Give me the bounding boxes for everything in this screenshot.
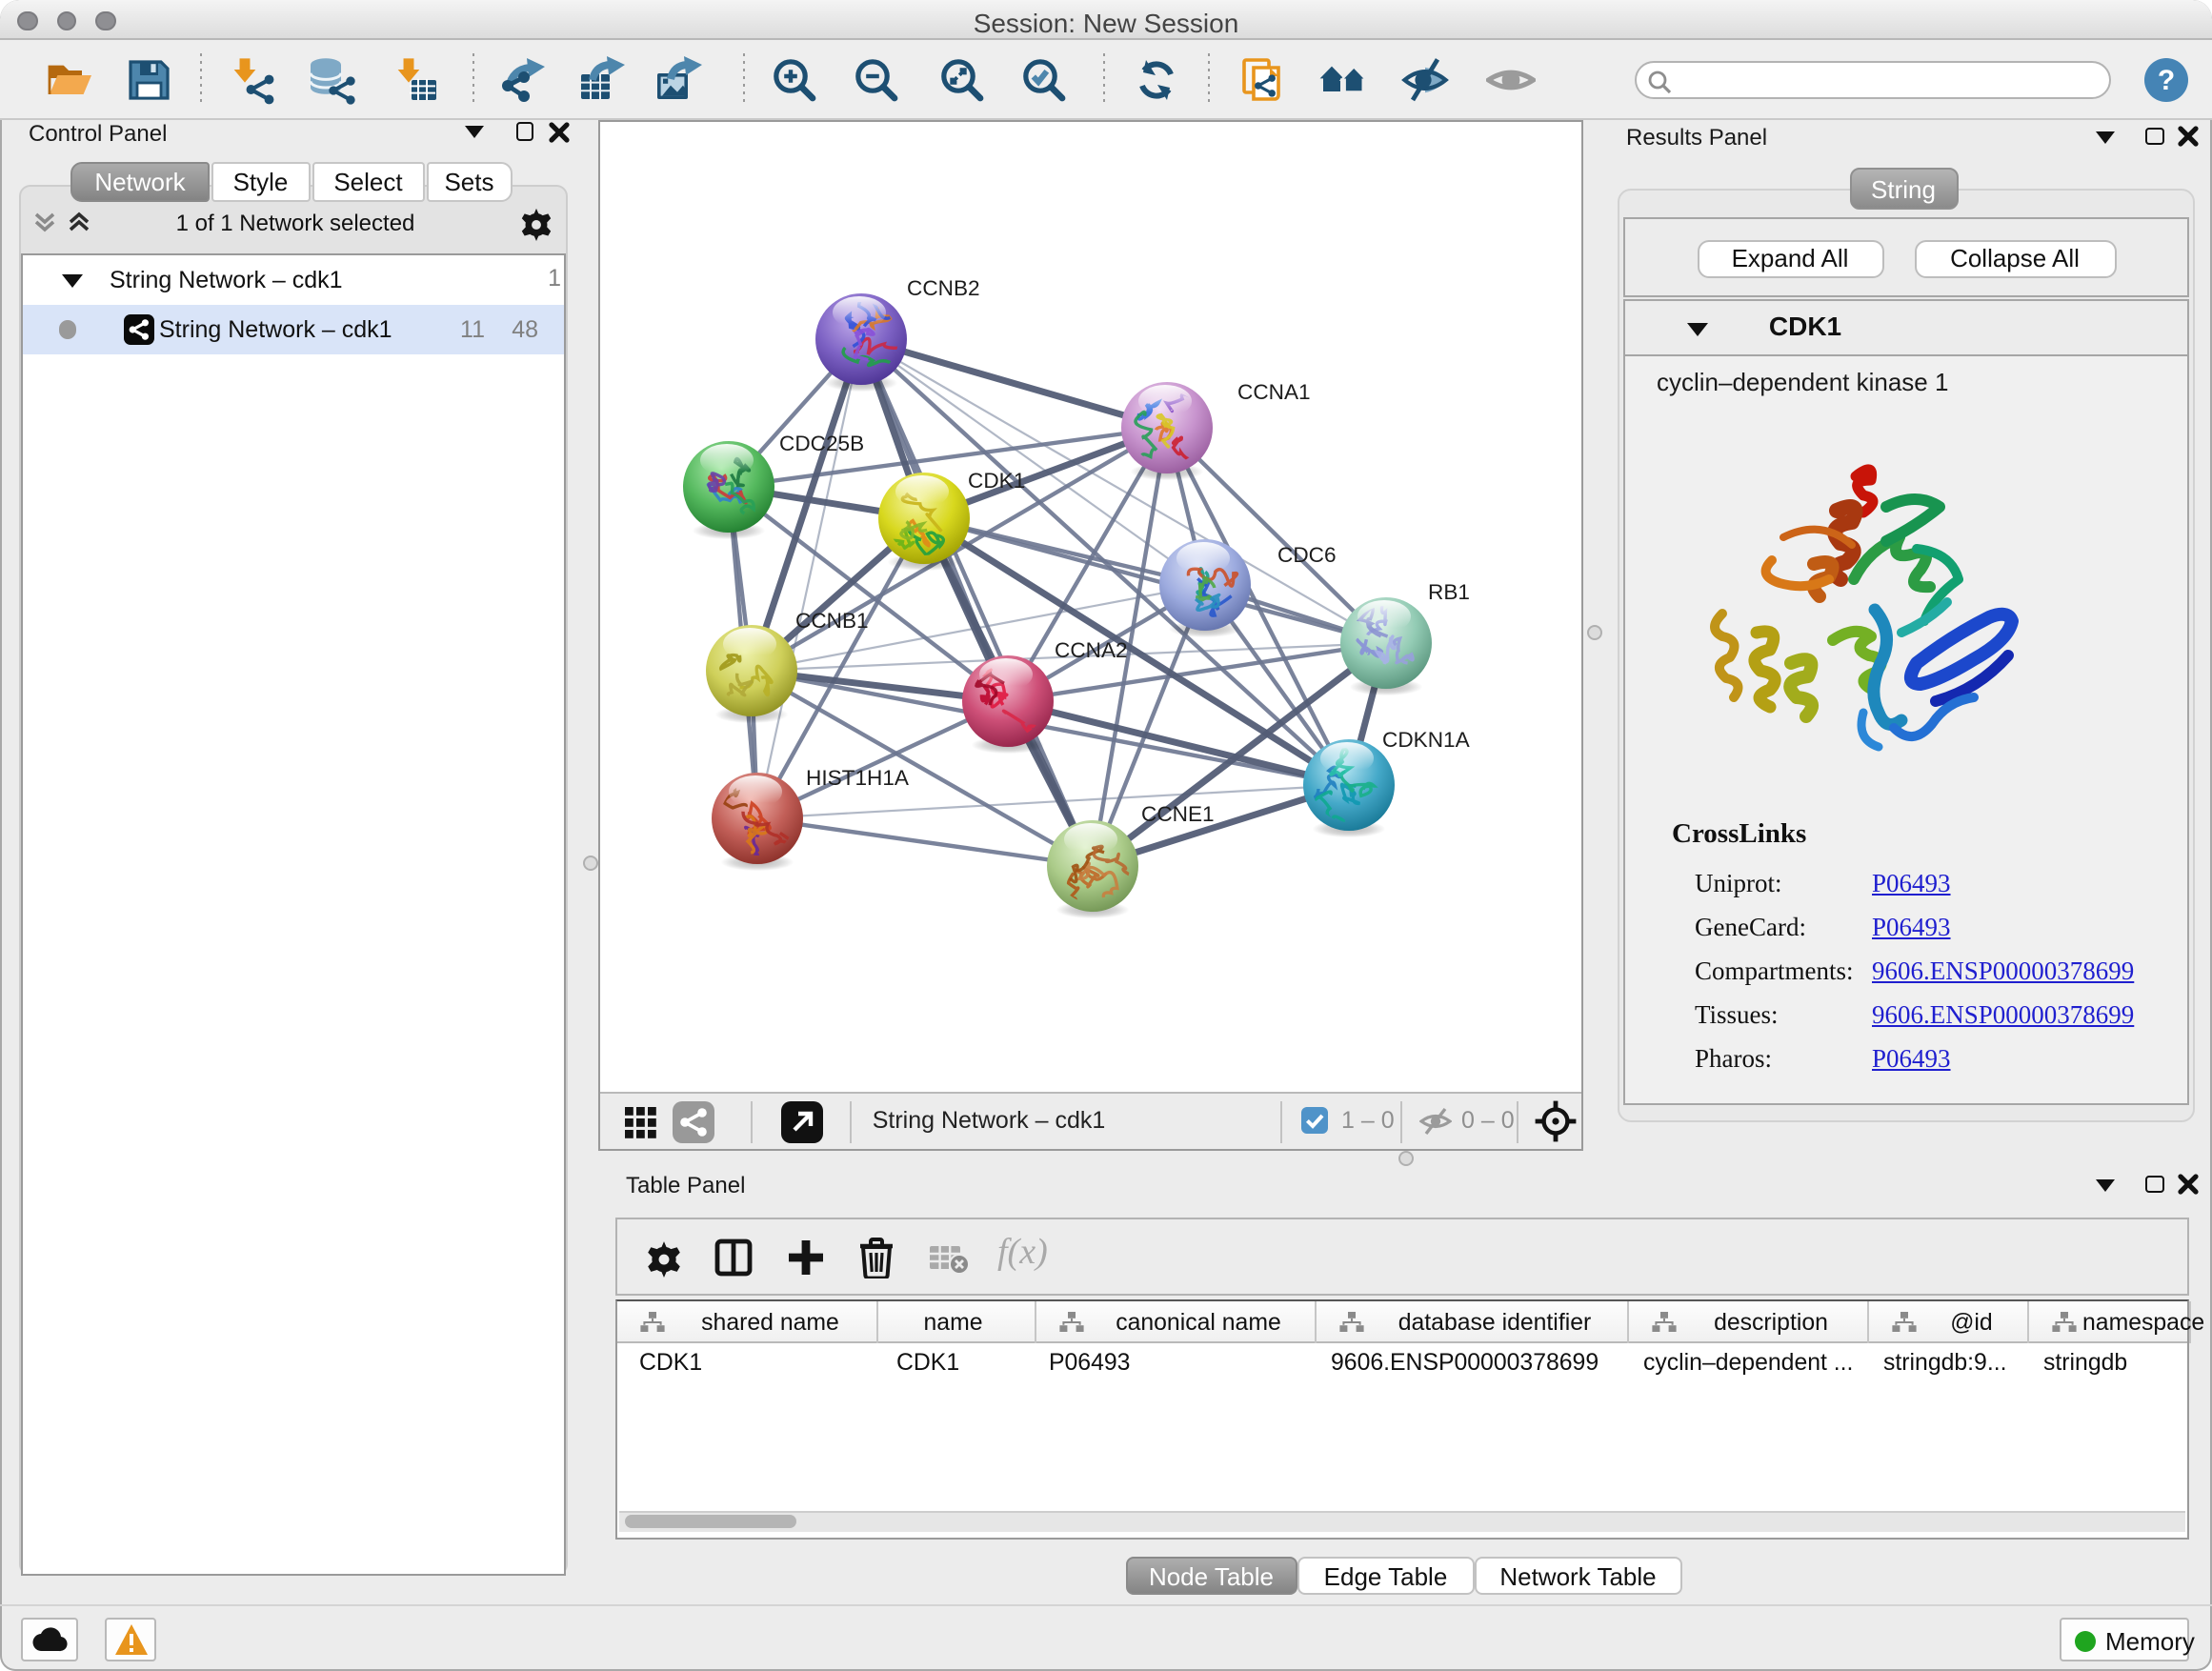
svg-text:CDC25B: CDC25B bbox=[779, 431, 864, 454]
svg-text:CCNB1: CCNB1 bbox=[795, 608, 869, 632]
svg-text:RB1: RB1 bbox=[1428, 579, 1470, 603]
svg-text:CCNB2: CCNB2 bbox=[907, 275, 980, 299]
svg-text:CCNA2: CCNA2 bbox=[1055, 637, 1128, 661]
svg-text:CDK1: CDK1 bbox=[968, 468, 1025, 492]
svg-text:CDC6: CDC6 bbox=[1277, 542, 1337, 566]
svg-text:CDKN1A: CDKN1A bbox=[1382, 727, 1471, 751]
svg-text:CCNE1: CCNE1 bbox=[1141, 801, 1215, 825]
svg-text:CCNA1: CCNA1 bbox=[1237, 379, 1311, 403]
svg-text:?: ? bbox=[2158, 65, 2175, 96]
svg-text:HIST1H1A: HIST1H1A bbox=[806, 765, 910, 789]
